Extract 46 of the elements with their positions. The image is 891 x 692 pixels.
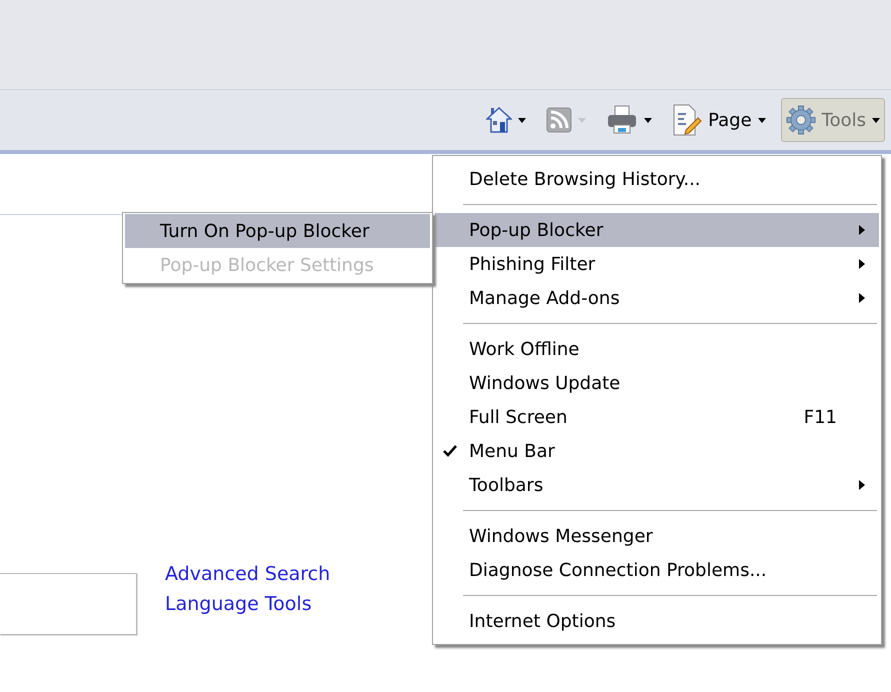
- menu-item[interactable]: Manage Add-ons: [435, 281, 879, 315]
- menu-item-label: Manage Add-ons: [469, 286, 621, 310]
- menu-item-label: Pop-up Blocker: [469, 218, 604, 242]
- link[interactable]: Advanced Search: [165, 561, 330, 587]
- search-field[interactable]: [0, 573, 137, 635]
- caret-icon: [758, 118, 766, 122]
- menu-item-label: Work Offline: [469, 338, 580, 362]
- menu-item-label: Windows Messenger: [469, 524, 654, 548]
- submenu-arrow-icon: [859, 259, 865, 269]
- menu-item-label: Internet Options: [469, 610, 617, 634]
- submenu-arrow-icon: [859, 293, 865, 303]
- feed-icon: [546, 107, 572, 133]
- shortcut-label: F11: [804, 406, 837, 430]
- menu-item-label: Diagnose Connection Problems...: [469, 558, 768, 582]
- link[interactable]: Language Tools: [165, 591, 330, 617]
- menu-item[interactable]: Toolbars: [435, 468, 879, 502]
- caret-icon: [644, 118, 652, 122]
- page-button[interactable]: Page: [667, 98, 771, 142]
- caret-icon: [872, 118, 880, 122]
- submenu-arrow-icon: [859, 480, 865, 490]
- menu-item-label: Full Screen: [469, 406, 568, 430]
- menu-item[interactable]: Pop-up Blocker: [435, 213, 879, 247]
- menu-item-label: Windows Update: [469, 372, 622, 396]
- house-icon: [486, 106, 512, 134]
- menu-item[interactable]: Windows Update: [435, 366, 879, 400]
- menu-item[interactable]: Work Offline: [435, 332, 879, 366]
- menu-item-label: Menu Bar: [469, 440, 556, 464]
- menu-item[interactable]: Diagnose Connection Problems...: [435, 553, 879, 587]
- submenu-arrow-icon: [859, 225, 865, 235]
- menu-item-label: Toolbars: [469, 474, 544, 498]
- check-icon: [443, 445, 457, 457]
- menu-item[interactable]: Turn On Pop-up Blocker: [125, 214, 430, 248]
- tools-button[interactable]: Tools: [780, 98, 885, 142]
- menu-item[interactable]: Full Screen F11: [435, 400, 879, 434]
- caret-icon: [578, 118, 586, 122]
- menu-item[interactable]: Windows Messenger: [435, 519, 879, 553]
- menu-item[interactable]: Phishing Filter: [435, 247, 879, 281]
- menu-item-label: Phishing Filter: [469, 252, 596, 276]
- caret-icon: [518, 118, 526, 122]
- menu-item-label: Delete Browsing History...: [469, 168, 702, 192]
- menu-item[interactable]: Delete Browsing History...: [435, 162, 879, 196]
- page-edit-icon: [672, 104, 702, 136]
- menu-item[interactable]: Menu Bar: [435, 434, 879, 468]
- gear-icon: [786, 105, 816, 135]
- menu-item[interactable]: Internet Options: [435, 604, 879, 638]
- printer-icon: [606, 105, 638, 135]
